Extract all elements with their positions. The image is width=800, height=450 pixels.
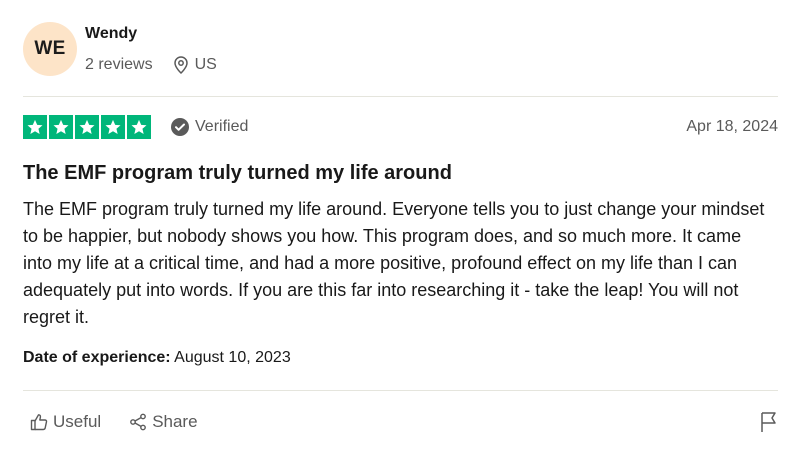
reviewer-details: 2 reviews US	[85, 56, 217, 74]
star-icon	[127, 115, 151, 139]
share-icon	[130, 413, 147, 431]
check-circle-icon	[171, 118, 189, 136]
share-label: Share	[152, 412, 198, 431]
verified-badge[interactable]: Verified	[171, 118, 248, 136]
experience-label: Date of experience:	[23, 349, 171, 366]
reviewer-location: US	[173, 56, 217, 74]
review-title: The EMF program truly turned my life aro…	[23, 162, 452, 184]
star-icon	[49, 115, 73, 139]
reviewer-header: WE Wendy 2 reviews US	[23, 22, 217, 76]
rating-row: Verified Apr 18, 2024	[23, 115, 778, 139]
review-body: The EMF program truly turned my life aro…	[23, 199, 765, 327]
divider	[23, 96, 778, 97]
divider	[23, 390, 778, 391]
flag-icon	[761, 412, 776, 432]
thumbs-up-icon	[30, 414, 48, 431]
useful-button[interactable]: Useful	[30, 412, 101, 432]
reviewer-name[interactable]: Wendy	[85, 24, 217, 44]
review-actions: Useful Share	[30, 411, 778, 433]
star-icon	[101, 115, 125, 139]
useful-label: Useful	[53, 412, 102, 431]
location-text: US	[194, 56, 217, 73]
star-rating	[23, 115, 151, 139]
share-button[interactable]: Share	[129, 412, 198, 432]
report-button[interactable]	[760, 411, 778, 433]
star-icon	[23, 115, 47, 139]
review-card: WE Wendy 2 reviews US Verified Apr 18, 2…	[0, 0, 800, 450]
reviewer-meta: Wendy 2 reviews US	[85, 24, 217, 74]
review-date: Apr 18, 2024	[686, 118, 778, 135]
avatar[interactable]: WE	[23, 22, 77, 76]
reviews-count: 2 reviews	[85, 56, 153, 73]
rating-left: Verified	[23, 115, 248, 139]
location-pin-icon	[173, 56, 188, 74]
experience-date: August 10, 2023	[174, 349, 291, 366]
star-icon	[75, 115, 99, 139]
avatar-initials: WE	[34, 38, 66, 59]
date-of-experience: Date of experience: August 10, 2023	[23, 349, 291, 367]
verified-label: Verified	[195, 118, 249, 135]
